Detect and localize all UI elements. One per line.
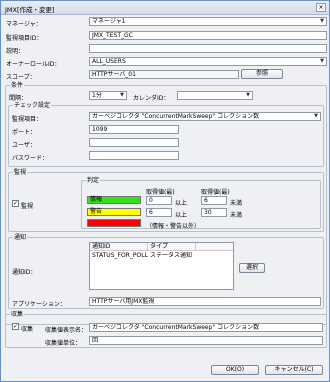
owner-role-select[interactable]: ALL_USERS ▼: [89, 57, 327, 66]
user-input[interactable]: [89, 138, 179, 147]
notify-col-id: 通知ID: [90, 243, 148, 251]
monitor-item-select[interactable]: ガーベジコレクタ "ConcurrentMarkSweep" コレクション数 ▼: [89, 112, 321, 121]
critical-swatch: [87, 219, 141, 227]
manager-label: マネージャ：: [6, 21, 42, 28]
condition-group-title: 条件: [10, 82, 25, 89]
info-above-label: 以上: [175, 200, 188, 207]
display-name-input[interactable]: ガーベジコレクタ "ConcurrentMarkSweep" コレクション数: [89, 323, 323, 332]
check-settings-title: チェック設定: [13, 102, 52, 109]
interval-label: 間隔：: [9, 95, 28, 102]
warning-below-label: 未満: [230, 212, 243, 219]
monitor-checkbox[interactable]: ✓: [12, 200, 19, 207]
min-header: 取得値(最): [146, 189, 175, 196]
chevron-down-icon: ▼: [120, 92, 124, 98]
port-input[interactable]: 1099: [89, 125, 179, 134]
owner-role-value: ALL_USERS: [92, 58, 126, 65]
interval-select[interactable]: 1分 ▼: [89, 91, 127, 100]
warning-max-input[interactable]: 30: [201, 208, 227, 217]
notify-id-label: 通知ID：: [12, 269, 37, 276]
monitor-id-input[interactable]: JMX_TEST_GC: [89, 31, 327, 40]
collect-checkbox-label: 収集: [21, 326, 34, 333]
password-label: パスワード：: [12, 155, 49, 162]
manager-select[interactable]: マネージャ1 ▼: [89, 17, 327, 26]
notify-table: 通知ID タイプ STATUS_FOR_POLLI ステータス通知: [89, 242, 234, 290]
info-min-input[interactable]: 0: [146, 196, 172, 205]
notify-col-blank: [196, 243, 233, 251]
description-input[interactable]: [89, 44, 327, 53]
application-label: アプリケーション：: [12, 301, 66, 308]
unit-label: 収集値単位：: [45, 340, 82, 347]
application-input[interactable]: HTTPサーバ用JMX監視: [89, 297, 321, 306]
scope-reference-button[interactable]: 参照: [241, 69, 283, 79]
collect-checkbox[interactable]: ✓: [12, 323, 19, 330]
monitor-item-label: 監視項目：: [12, 116, 43, 123]
monitor-checkbox-label: 監視: [21, 203, 34, 210]
notify-col-type: タイプ: [148, 243, 196, 251]
chevron-down-icon: ▼: [314, 113, 318, 119]
info-max-input[interactable]: 6: [201, 196, 227, 205]
password-input[interactable]: [89, 151, 179, 160]
monitor-id-label: 監視項目ID：: [6, 35, 43, 42]
title-bar: JMX[作成・変更] ×: [1, 1, 329, 15]
description-label: 説明：: [6, 48, 25, 55]
jmx-dialog: JMX[作成・変更] × マネージャ： マネージャ1 ▼ 監視項目ID： JMX…: [0, 0, 330, 382]
chevron-down-icon: ▼: [320, 18, 324, 24]
port-label: ポート：: [12, 129, 37, 136]
critical-note: （情報・警告以外）: [146, 223, 201, 230]
notify-group-title: 通知: [13, 234, 28, 241]
notify-row-type[interactable]: ステータス通知: [148, 252, 196, 260]
notify-row-id[interactable]: STATUS_FOR_POLLI: [90, 252, 148, 260]
calendar-select[interactable]: ▼: [177, 91, 253, 100]
chevron-down-icon: ▼: [246, 92, 250, 98]
warning-above-label: 以上: [175, 212, 188, 219]
warning-min-input[interactable]: 6: [146, 208, 172, 217]
monitor-group-title: 監視: [13, 169, 28, 176]
info-below-label: 未満: [230, 200, 243, 207]
notify-select-button[interactable]: 選択: [239, 263, 265, 273]
scope-label: スコープ：: [6, 74, 36, 81]
window-title: JMX[作成・変更]: [5, 6, 55, 14]
display-name-label: 収集値表示名：: [45, 327, 88, 334]
monitor-item-value: ガーベジコレクタ "ConcurrentMarkSweep" コレクション数: [92, 113, 260, 120]
cancel-button[interactable]: キャンセル(C): [265, 365, 323, 375]
close-button[interactable]: ×: [316, 3, 326, 12]
collect-group-title: 収集: [10, 311, 25, 318]
judgement-group-title: 判定: [86, 177, 101, 184]
chevron-down-icon: ▼: [320, 58, 324, 64]
manager-value: マネージャ1: [92, 18, 126, 25]
calendar-label: カレンダID：: [133, 95, 170, 102]
interval-value: 1分: [92, 92, 102, 99]
unit-input[interactable]: 回: [89, 336, 323, 345]
info-swatch: 情報: [87, 196, 141, 204]
owner-role-label: オーナーロールID：: [6, 61, 61, 68]
ok-button[interactable]: OK(O): [211, 365, 259, 375]
warning-swatch: 警告: [87, 208, 141, 216]
scope-input[interactable]: HTTPサーバ_01: [89, 70, 239, 79]
max-header: 取得値(最): [201, 189, 230, 196]
user-label: ユーザ：: [12, 142, 36, 149]
